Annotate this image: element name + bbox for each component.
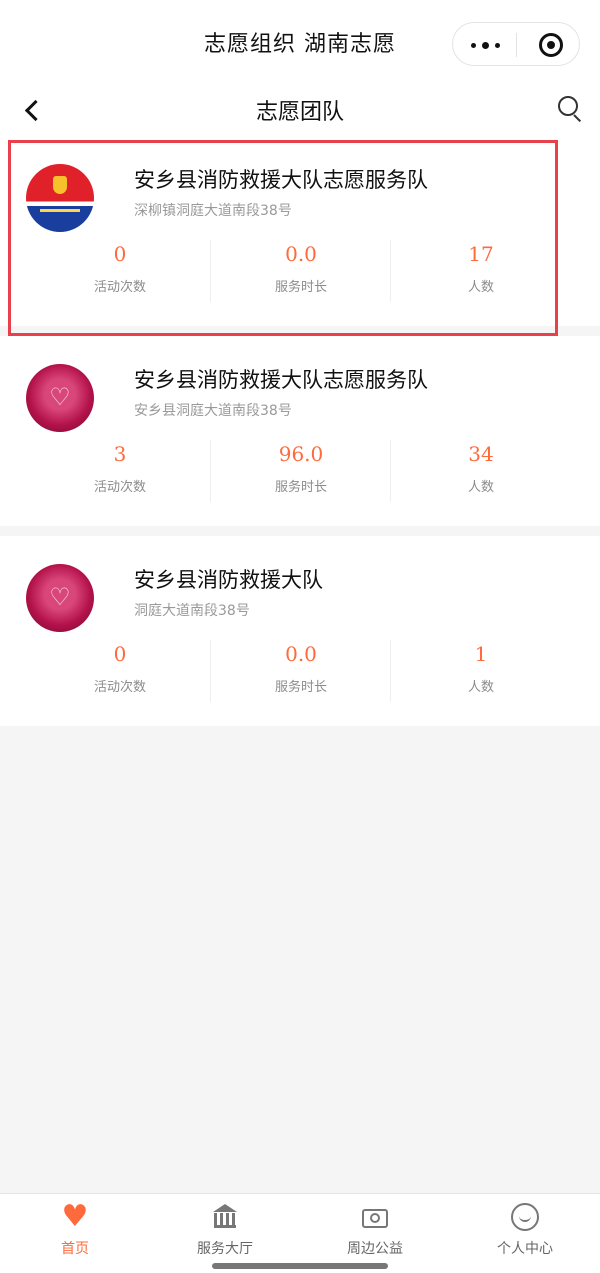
stat-service-hours: 96.0 服务时长	[210, 440, 391, 502]
team-list: 安乡县消防救援大队志愿服务队 深柳镇洞庭大道南段38号 0 活动次数 0.0 服…	[0, 136, 600, 736]
stat-value: 0.0	[285, 242, 317, 266]
team-name: 安乡县消防救援大队志愿服务队	[134, 368, 428, 392]
stat-label: 活动次数	[93, 280, 146, 295]
bottom-tab-bar: ♥ 首页 服务大厅 周边公益 个人中心	[0, 1193, 600, 1273]
tab-label: 周边公益	[347, 1241, 403, 1257]
team-stats: 0 活动次数 0.0 服务时长 17 人数	[30, 240, 570, 302]
tab-service-hall[interactable]: 服务大厅	[150, 1202, 300, 1266]
stat-member-count: 1 人数	[390, 640, 571, 702]
fire-rescue-emblem-icon	[26, 164, 94, 232]
smile-icon	[510, 1202, 540, 1232]
capsule-divider	[516, 33, 517, 57]
stat-label: 服务时长	[274, 280, 327, 295]
stat-service-hours: 0.0 服务时长	[210, 640, 391, 702]
tab-label: 个人中心	[497, 1241, 553, 1257]
volunteer-heart-icon: ♡	[26, 364, 94, 432]
stat-value: 3	[113, 442, 127, 466]
close-mini-program-icon[interactable]	[539, 33, 563, 57]
team-stats: 0 活动次数 0.0 服务时长 1 人数	[30, 640, 570, 702]
team-address: 安乡县洞庭大道南段38号	[134, 403, 292, 419]
volunteer-heart-icon: ♡	[26, 564, 94, 632]
stat-activity-count: 0 活动次数	[30, 640, 210, 702]
stat-value: 1	[474, 642, 488, 666]
tab-label: 首页	[61, 1241, 89, 1257]
stat-value: 0	[113, 642, 127, 666]
team-stats: 3 活动次数 96.0 服务时长 34 人数	[30, 440, 570, 502]
search-icon[interactable]	[556, 94, 586, 124]
stat-label: 人数	[467, 280, 494, 295]
stat-member-count: 17 人数	[390, 240, 571, 302]
tab-profile[interactable]: 个人中心	[450, 1202, 600, 1266]
stat-label: 活动次数	[93, 480, 146, 495]
team-address: 洞庭大道南段38号	[134, 603, 250, 619]
stat-label: 服务时长	[274, 480, 327, 495]
stat-label: 服务时长	[274, 680, 327, 695]
team-card[interactable]: 安乡县消防救援大队志愿服务队 深柳镇洞庭大道南段38号 0 活动次数 0.0 服…	[0, 136, 600, 336]
more-icon[interactable]	[469, 36, 503, 54]
tab-label: 服务大厅	[197, 1241, 253, 1257]
page-title: 志愿团队	[255, 100, 344, 125]
stat-value: 96.0	[278, 442, 324, 466]
tab-nearby-charity[interactable]: 周边公益	[300, 1202, 450, 1266]
stat-label: 人数	[467, 680, 494, 695]
stat-member-count: 34 人数	[390, 440, 571, 502]
stat-value: 0.0	[285, 642, 317, 666]
team-card[interactable]: ♡ 安乡县消防救援大队 洞庭大道南段38号 0 活动次数 0.0 服务时长 1 …	[0, 536, 600, 726]
stat-label: 活动次数	[93, 680, 146, 695]
mini-program-header: 志愿组织 湖南志愿	[0, 0, 600, 84]
stat-service-hours: 0.0 服务时长	[210, 240, 391, 302]
stat-value: 0	[113, 242, 127, 266]
bank-icon	[210, 1202, 240, 1232]
camera-icon	[360, 1202, 390, 1232]
stat-activity-count: 0 活动次数	[30, 240, 210, 302]
stat-value: 17	[468, 242, 494, 266]
home-indicator	[212, 1263, 388, 1269]
team-card[interactable]: ♡ 安乡县消防救援大队志愿服务队 安乡县洞庭大道南段38号 3 活动次数 96.…	[0, 336, 600, 526]
stat-value: 34	[468, 442, 494, 466]
team-name: 安乡县消防救援大队志愿服务队	[134, 168, 428, 192]
heart-icon: ♥	[61, 1199, 89, 1234]
team-address: 深柳镇洞庭大道南段38号	[134, 203, 292, 219]
team-name: 安乡县消防救援大队	[134, 568, 323, 592]
navigation-bar: 志愿团队	[0, 84, 600, 136]
tab-home[interactable]: ♥ 首页	[0, 1202, 150, 1266]
stat-activity-count: 3 活动次数	[30, 440, 210, 502]
stat-label: 人数	[467, 480, 494, 495]
capsule-menu	[452, 22, 580, 66]
